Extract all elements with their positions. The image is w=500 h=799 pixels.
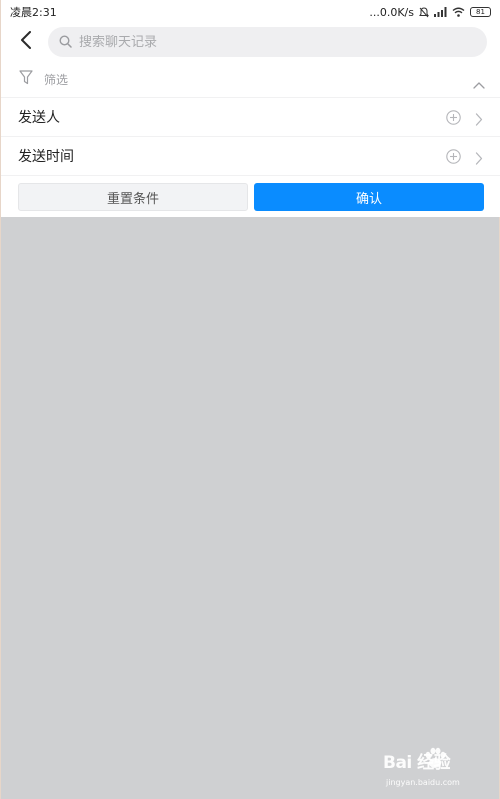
filter-row-label: 发送时间	[18, 149, 74, 165]
add-circle-icon[interactable]	[446, 110, 461, 129]
watermark: Bai 经验 jingyan.baidu.com	[383, 745, 495, 795]
search-header	[1, 24, 500, 61]
search-icon	[59, 33, 72, 52]
confirm-button[interactable]: 确认	[254, 183, 484, 211]
filter-header[interactable]: 筛选	[1, 61, 500, 98]
filter-actions: 重置条件 确认	[1, 178, 500, 217]
wifi-icon	[452, 7, 465, 17]
network-speed: ...0.0K/s	[369, 5, 414, 19]
filter-row-send-time[interactable]: 发送时间	[1, 137, 500, 176]
status-icons: ...0.0K/s 81	[369, 6, 491, 19]
signal-icon	[434, 7, 447, 17]
filter-panel: 筛选 发送人 发送时间 重置条件 确认	[1, 61, 500, 217]
mute-icon	[419, 6, 429, 18]
search-box[interactable]	[48, 27, 487, 57]
filter-icon	[19, 69, 33, 89]
screen: 凌晨2:31 ...0.0K/s 81 搜索聊天记录 筛选 发送人 发送时间 重…	[0, 0, 500, 799]
chevron-right-icon	[475, 111, 483, 130]
paw-logo-icon	[421, 745, 449, 777]
battery-icon: 81	[470, 7, 491, 17]
dim-overlay[interactable]	[1, 217, 500, 799]
watermark-url: jingyan.baidu.com	[386, 778, 460, 787]
back-button[interactable]	[13, 28, 39, 56]
status-time: 凌晨2:31	[10, 6, 57, 19]
filter-row-sender[interactable]: 发送人	[1, 98, 500, 137]
chevron-up-icon[interactable]	[473, 74, 485, 93]
chevron-right-icon	[475, 150, 483, 169]
filter-title: 筛选	[44, 72, 69, 87]
search-input[interactable]	[79, 34, 459, 50]
battery-level: 81	[476, 8, 485, 16]
chevron-left-icon	[20, 31, 32, 53]
reset-button[interactable]: 重置条件	[18, 183, 248, 211]
status-bar: 凌晨2:31 ...0.0K/s 81	[1, 0, 500, 24]
add-circle-icon[interactable]	[446, 149, 461, 168]
filter-row-label: 发送人	[18, 110, 60, 126]
